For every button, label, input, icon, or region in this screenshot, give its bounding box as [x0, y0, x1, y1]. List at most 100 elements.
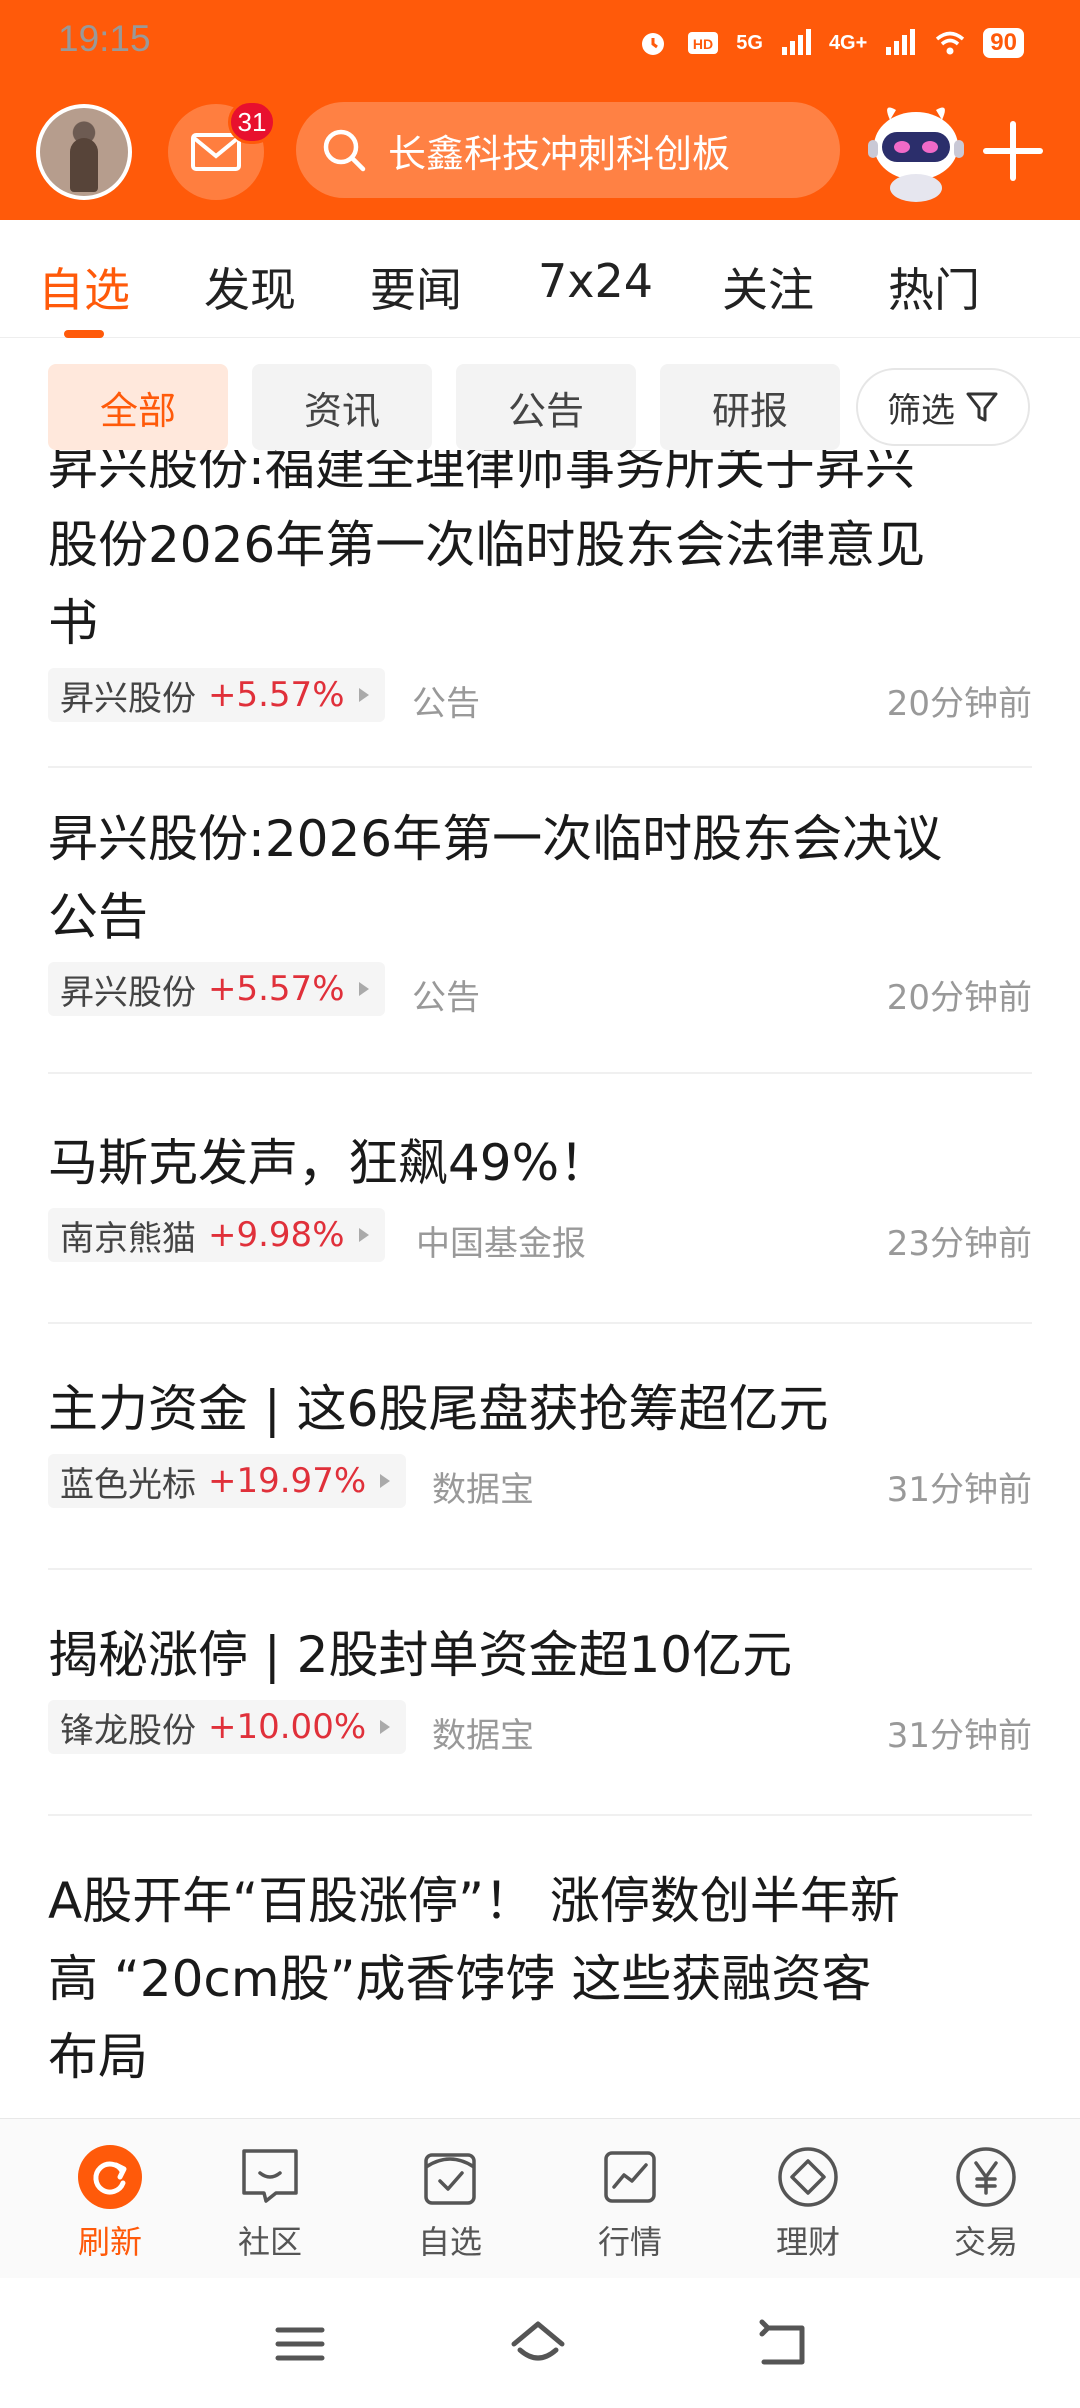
home-icon[interactable]	[508, 2318, 568, 2370]
svg-text:HD: HD	[693, 36, 713, 52]
news-source: 中国基金报	[416, 1224, 586, 1264]
nav-wealth[interactable]: 理财	[748, 2143, 868, 2263]
filter-chips: 全部 资讯 公告 研报 筛选	[0, 364, 1080, 450]
bottom-nav: 刷新 社区 自选 行情 理财 交易	[0, 2118, 1080, 2278]
list-item[interactable]: 主力资金 | 这6股尾盘获抢筹超亿元 蓝色光标 +19.97% 数据宝 31分钟…	[48, 1370, 1032, 1570]
stock-tag[interactable]: 蓝色光标 +19.97%	[48, 1454, 407, 1508]
news-time: 20分钟前	[886, 684, 1032, 724]
filter-button[interactable]: 筛选	[856, 368, 1030, 446]
tab-7x24[interactable]: 7x24	[538, 254, 653, 308]
list-item[interactable]: 马斯克发声，狂飙49%！ 南京熊猫 +9.98% 中国基金报 23分钟前	[48, 1124, 1032, 1324]
stock-tag[interactable]: 南京熊猫 +9.98%	[48, 1208, 385, 1262]
stock-name: 昇兴股份	[60, 972, 196, 1013]
yen-icon	[956, 2147, 1016, 2207]
news-source: 公告	[412, 978, 480, 1018]
search-query: 长鑫科技冲刺科创板	[388, 131, 731, 176]
stock-change: +9.98%	[208, 1215, 345, 1255]
list-item[interactable]: 昇兴股份:福建全理律师事务所关于昇兴 股份2026年第一次临时股东会法律意见 书…	[48, 450, 1032, 768]
nav-watchlist[interactable]: 自选	[390, 2143, 510, 2263]
chip-news[interactable]: 资讯	[252, 364, 432, 450]
nav-trade-label: 交易	[953, 2223, 1018, 2261]
nav-wealth-label: 理财	[775, 2223, 840, 2261]
nav-refresh[interactable]: 刷新	[50, 2143, 170, 2263]
stock-name: 蓝色光标	[60, 1464, 196, 1505]
signal-4g-label: 4G+	[828, 31, 868, 54]
funnel-icon	[966, 392, 998, 422]
battery-level: 90	[983, 28, 1024, 58]
arrow-right-icon	[380, 1720, 391, 1734]
news-title: 马斯克发声，狂飙49%！	[48, 1134, 610, 1192]
robot-mascot-icon[interactable]	[862, 96, 970, 204]
nav-refresh-label: 刷新	[77, 2223, 142, 2261]
wifi-icon	[936, 31, 965, 55]
chip-research[interactable]: 研报	[660, 364, 840, 450]
back-icon[interactable]	[752, 2318, 812, 2370]
signal-5g-label: 5G	[736, 31, 763, 54]
news-title: 揭秘涨停 | 2股封单资金超10亿元	[48, 1626, 793, 1684]
mail-badge: 31	[228, 100, 276, 144]
hd-icon: HD	[688, 32, 719, 54]
list-item[interactable]: A股开年“百股涨停”！ 涨停数创半年新 高 “20cm股”成香饽饽 这些获融资客…	[48, 1862, 1032, 2118]
stock-tag[interactable]: 锋龙股份 +10.00%	[48, 1700, 407, 1754]
tab-bar: 自选 发现 要闻 7x24 关注 热门	[0, 220, 1080, 338]
stock-tag[interactable]: 昇兴股份 +5.57%	[48, 668, 385, 722]
stock-name: 南京熊猫	[60, 1218, 196, 1259]
stock-change: +19.97%	[208, 1461, 367, 1501]
tab-yaowen[interactable]: 要闻	[370, 254, 462, 320]
active-tab-indicator	[64, 330, 104, 338]
nav-community-label: 社区	[237, 2223, 302, 2261]
nav-market[interactable]: 行情	[570, 2143, 690, 2263]
tab-guanzhu[interactable]: 关注	[722, 254, 814, 320]
tab-faxian[interactable]: 发现	[204, 254, 296, 320]
nav-market-label: 行情	[597, 2223, 662, 2261]
menu-icon[interactable]	[270, 2318, 330, 2370]
nav-trade[interactable]: 交易	[926, 2143, 1046, 2263]
chart-icon	[604, 2151, 656, 2203]
add-icon[interactable]	[982, 120, 1044, 182]
chip-all[interactable]: 全部	[48, 364, 228, 450]
arrow-right-icon	[358, 982, 369, 996]
stock-change: +5.57%	[208, 969, 345, 1009]
stock-change: +5.57%	[208, 675, 345, 715]
stock-change: +10.00%	[208, 1707, 367, 1747]
news-time: 23分钟前	[886, 1224, 1032, 1264]
list-item[interactable]: 揭秘涨停 | 2股封单资金超10亿元 锋龙股份 +10.00% 数据宝 31分钟…	[48, 1616, 1032, 1816]
status-bar: 19:15 HD 5G 4G+ 90	[0, 0, 1080, 84]
top-header: 19:15 HD 5G 4G+ 90 31 长鑫科技冲刺科创板	[0, 0, 1080, 220]
stock-tag[interactable]: 昇兴股份 +5.57%	[48, 962, 385, 1016]
tab-remen[interactable]: 热门	[888, 254, 980, 320]
news-title: 主力资金 | 这6股尾盘获抢筹超亿元	[48, 1380, 829, 1438]
news-title: A股开年“百股涨停”！ 涨停数创半年新 高 “20cm股”成香饽饽 这些获融资客…	[48, 1872, 900, 2086]
news-title: 昇兴股份:2026年第一次临时股东会决议 公告	[48, 810, 943, 946]
nav-community[interactable]: 社区	[210, 2143, 330, 2263]
watchlist-icon	[424, 2153, 476, 2205]
news-source: 数据宝	[432, 1470, 534, 1510]
arrow-right-icon	[358, 688, 369, 702]
stock-name: 昇兴股份	[60, 678, 196, 719]
arrow-right-icon	[380, 1474, 391, 1488]
news-feed: 昇兴股份:福建全理律师事务所关于昇兴 股份2026年第一次临时股东会法律意见 书…	[0, 450, 1080, 2118]
search-icon	[323, 129, 366, 172]
tab-zixuan[interactable]: 自选	[38, 254, 130, 320]
list-item[interactable]: 昇兴股份:2026年第一次临时股东会决议 公告 昇兴股份 +5.57% 公告 2…	[48, 800, 1032, 1074]
news-source: 数据宝	[432, 1716, 534, 1756]
news-time: 31分钟前	[886, 1716, 1032, 1756]
signal-bars-icon-2	[886, 29, 916, 55]
arrow-right-icon	[358, 1228, 369, 1242]
alarm-icon	[642, 33, 665, 55]
refresh-icon	[78, 2145, 142, 2209]
news-source: 公告	[412, 684, 480, 724]
news-time: 31分钟前	[886, 1470, 1032, 1510]
filter-label: 筛选	[887, 390, 955, 431]
chip-announcement[interactable]: 公告	[456, 364, 636, 450]
stock-name: 锋龙股份	[60, 1710, 196, 1751]
search-input[interactable]: 长鑫科技冲刺科创板	[296, 102, 840, 198]
wealth-icon	[778, 2147, 838, 2207]
chat-icon	[242, 2149, 298, 2203]
status-icons: HD 5G 4G+ 90	[636, 24, 1024, 62]
system-nav-bar	[0, 2278, 1080, 2408]
news-time: 20分钟前	[886, 978, 1032, 1018]
nav-watchlist-label: 自选	[417, 2223, 482, 2261]
avatar[interactable]	[36, 104, 132, 200]
signal-bars-icon	[781, 29, 811, 55]
